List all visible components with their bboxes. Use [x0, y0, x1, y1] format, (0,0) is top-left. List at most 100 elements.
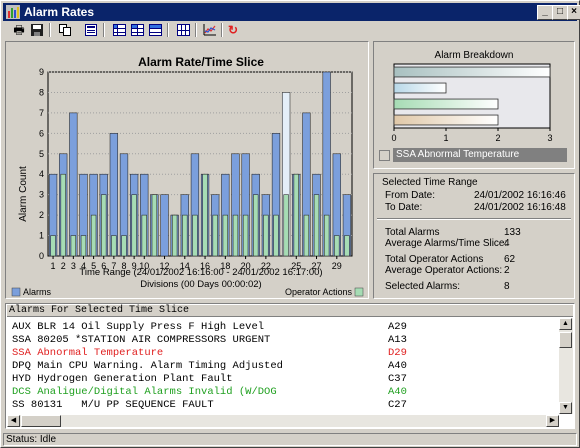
to-date-label: To Date: [385, 202, 423, 213]
operator-action-bar[interactable] [121, 235, 127, 257]
refresh-icon: ↻ [227, 23, 239, 37]
x-tick-label: 3 [71, 261, 76, 271]
copy-button[interactable] [57, 23, 73, 37]
grid-button-2[interactable] [129, 23, 145, 37]
y-tick-label: 4 [39, 169, 44, 179]
avg-operator-actions-value: 2 [504, 265, 510, 276]
divider [377, 218, 571, 220]
operator-action-bar[interactable] [253, 194, 259, 257]
close-button[interactable]: × [567, 5, 580, 20]
selected-alarms-value: 8 [504, 281, 510, 292]
maximize-icon: □ [556, 6, 564, 17]
hscroll-thumb[interactable] [21, 415, 61, 427]
scroll-left-button[interactable]: ◀ [7, 415, 20, 427]
operator-action-bar[interactable] [293, 173, 299, 257]
operator-action-bar[interactable] [171, 214, 178, 257]
alarm-description: HYD Hydrogen Generation Plant Fault [12, 373, 233, 385]
operator-action-bar[interactable] [192, 214, 198, 257]
scroll-thumb[interactable] [559, 332, 572, 348]
operator-action-bar[interactable] [141, 214, 147, 257]
alarm-list-row[interactable]: AUX BLR 14 Oil Supply Press F High Level… [12, 321, 558, 334]
minimize-button[interactable]: _ [537, 5, 553, 20]
operator-action-bar[interactable] [202, 173, 208, 257]
operator-action-bar[interactable] [131, 194, 137, 257]
horizontal-scrollbar[interactable]: ◀ ▶ [7, 415, 559, 427]
operator-action-bar[interactable] [273, 214, 279, 257]
print-button[interactable]: 🖶 [11, 23, 27, 37]
operator-action-bar[interactable] [212, 214, 218, 257]
y-tick-label: 9 [39, 67, 44, 77]
chart-xlabel-divisions: Divisions (00 Days 00:00:02) [140, 279, 261, 290]
operator-action-bar[interactable] [50, 235, 56, 257]
grid-icon [148, 24, 162, 36]
refresh-button[interactable]: ↻ [225, 23, 241, 37]
chart-button[interactable] [201, 23, 217, 37]
breakdown-bar[interactable] [393, 98, 499, 110]
operator-action-bar[interactable] [222, 214, 229, 257]
save-icon [31, 24, 43, 36]
grid-button-1[interactable] [111, 23, 127, 37]
operator-action-bar[interactable] [323, 214, 330, 257]
breakdown-bars: 0 1 2 3 [391, 63, 553, 143]
operator-action-bar[interactable] [90, 214, 97, 257]
alarm-list-row[interactable]: SSA 80205 *STATION AIR COMPRESSORS URGEN… [12, 334, 558, 347]
operator-action-bar[interactable] [101, 194, 107, 257]
toolbar-separator [195, 23, 197, 37]
operator-action-bar[interactable] [283, 194, 289, 257]
save-button[interactable] [29, 23, 45, 37]
operator-action-bar[interactable] [313, 194, 320, 257]
operator-action-bar[interactable] [344, 235, 350, 257]
selected-alarms-label: Selected Alarms: [385, 281, 461, 292]
toolbar: 🖶 ↻ [3, 23, 577, 37]
legend-operator-swatch [354, 287, 364, 297]
breakdown-bar[interactable] [393, 114, 499, 126]
selected-alarm-checkbox[interactable] [379, 150, 390, 161]
arrow-right-icon: ▶ [549, 417, 556, 424]
x-tick-label: 29 [332, 261, 342, 271]
alarm-bar[interactable] [69, 112, 78, 257]
alarm-breakdown-panel: Alarm Breakdown 0 1 2 3 SSA Abnormal Temper… [373, 41, 575, 169]
arrow-down-icon: ▼ [562, 404, 569, 411]
toolbar-separator [103, 23, 105, 37]
alarm-list-row[interactable]: HYD Hydrogen Generation Plant Fault C37 [12, 373, 558, 386]
maximize-button[interactable]: □ [552, 5, 568, 20]
operator-action-bar[interactable] [263, 214, 269, 257]
grid-button-4[interactable] [175, 23, 191, 37]
grid-button-3[interactable] [147, 23, 163, 37]
status-bar: Status: Idle [3, 433, 577, 446]
y-tick-label: 2 [39, 210, 44, 220]
alarm-bar[interactable] [160, 194, 169, 257]
alarm-list-row[interactable]: DPQ Main CPU Warning. Alarm Timing Adjus… [12, 360, 558, 373]
toolbar-separator [167, 23, 169, 37]
breakdown-bar[interactable] [393, 82, 447, 94]
operator-action-bar[interactable] [334, 235, 340, 257]
total-operator-actions-value: 62 [504, 254, 516, 265]
breakdown-bar[interactable] [393, 66, 551, 78]
y-tick-label: 5 [39, 149, 44, 159]
alarm-list-panel: Alarms For Selected Time Slice AUX BLR 1… [5, 303, 575, 429]
operator-action-bar[interactable] [242, 214, 249, 257]
vertical-scrollbar[interactable]: ▲ ▼ [559, 318, 573, 414]
selected-alarm-label[interactable]: SSA Abnormal Temperature [393, 148, 567, 162]
operator-action-bar[interactable] [151, 194, 158, 257]
total-operator-actions-label: Total Operator Actions [385, 254, 484, 265]
grid-icon [112, 24, 126, 36]
scroll-right-button[interactable]: ▶ [546, 415, 559, 427]
operator-action-bar[interactable] [232, 214, 239, 257]
operator-action-bar[interactable] [111, 235, 117, 257]
operator-action-bar[interactable] [60, 173, 66, 257]
operator-action-bar[interactable] [70, 235, 77, 257]
grid-icon [130, 24, 144, 36]
alarm-list-row[interactable]: DCS Analigue/Digital Alarms Invalid (W/D… [12, 386, 558, 399]
alarm-list-row[interactable]: SSA Abnormal Temperature D29 [12, 347, 558, 360]
operator-action-bar[interactable] [303, 214, 310, 257]
alarm-breakdown-chart[interactable]: Alarm Breakdown 0 1 2 3 [374, 42, 574, 144]
table-button[interactable] [83, 23, 99, 37]
alarm-rate-chart[interactable]: Alarm Rate/Time Slice Alarm Count 012345… [6, 42, 368, 298]
operator-action-bar[interactable] [182, 214, 188, 257]
operator-action-bar[interactable] [80, 235, 87, 257]
scroll-down-button[interactable]: ▼ [559, 402, 572, 414]
alarm-list-row[interactable]: SS 80131 M/U PP SEQUENCE FAULT C27 [12, 399, 558, 412]
scroll-up-button[interactable]: ▲ [559, 318, 572, 330]
y-tick-label: 6 [39, 128, 44, 138]
